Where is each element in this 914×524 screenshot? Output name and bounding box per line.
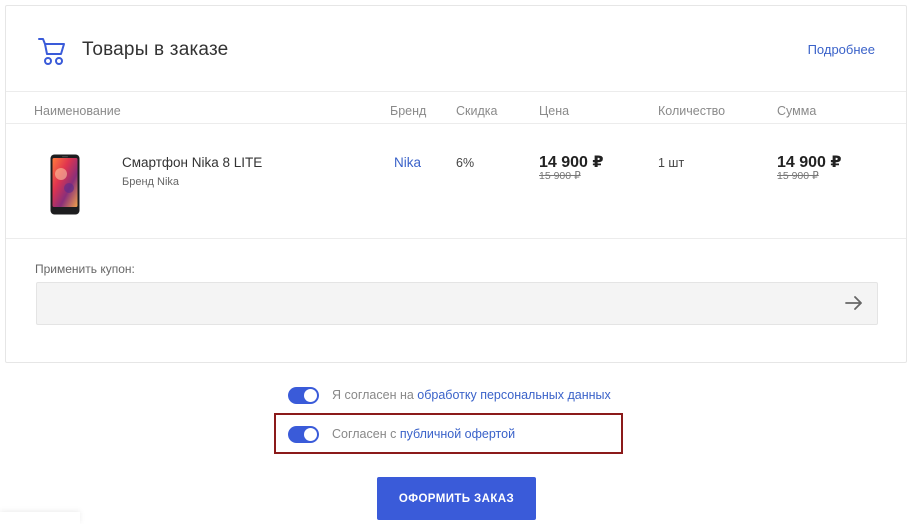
personal-data-consent-text: Я согласен на обработку персональных дан… (332, 388, 611, 402)
public-offer-toggle[interactable] (288, 425, 319, 443)
quantity-value: 1 шт (658, 156, 685, 170)
price-value: 14 900 ₽ (539, 154, 604, 171)
column-header-brand: Бренд (390, 104, 427, 118)
personal-data-toggle[interactable] (288, 386, 319, 404)
product-brand-caption: Бренд Nika (122, 176, 180, 188)
table-row: Смартфон Nika 8 LITE Бренд Nika Nika 6% … (6, 124, 906, 239)
old-sum-value: 15 900 ₽ (777, 170, 819, 182)
page-title: Товары в заказе (82, 39, 229, 60)
public-offer-link[interactable]: публичной офертой (400, 427, 515, 441)
arrow-right-icon[interactable] (845, 296, 863, 310)
column-header-quantity: Количество (658, 104, 726, 118)
sum-value: 14 900 ₽ (777, 154, 842, 171)
table-header: Наименование Бренд Скидка Цена Количеств… (6, 92, 906, 124)
column-header-price: Цена (539, 104, 570, 118)
order-items-card: Товары в заказе Подробнее Наименование Б… (5, 5, 907, 363)
column-header-sum: Сумма (777, 104, 817, 118)
bottom-panel-edge (0, 512, 80, 524)
cart-icon (38, 38, 65, 65)
personal-data-consent-prefix: Я согласен на (332, 388, 418, 402)
personal-data-consent: Я согласен на обработку персональных дан… (288, 386, 611, 404)
card-header: Товары в заказе Подробнее (6, 6, 906, 92)
discount-value: 6% (456, 156, 475, 170)
coupon-input[interactable] (37, 283, 827, 324)
details-link[interactable]: Подробнее (808, 42, 875, 57)
product-image[interactable] (50, 154, 80, 215)
coupon-field (36, 282, 878, 325)
public-offer-consent: Согласен с публичной офертой (288, 425, 515, 443)
coupon-label: Применить купон: (35, 262, 135, 276)
public-offer-consent-prefix: Согласен с (332, 427, 400, 441)
product-name[interactable]: Смартфон Nika 8 LITE (122, 155, 262, 170)
old-price-value: 15 900 ₽ (539, 170, 581, 182)
column-header-discount: Скидка (456, 104, 498, 118)
column-header-name: Наименование (34, 104, 121, 118)
checkout-button[interactable]: ОФОРМИТЬ ЗАКАЗ (377, 477, 536, 520)
public-offer-consent-text: Согласен с публичной офертой (332, 427, 515, 441)
brand-link[interactable]: Nika (394, 155, 421, 170)
personal-data-link[interactable]: обработку персональных данных (417, 388, 610, 402)
